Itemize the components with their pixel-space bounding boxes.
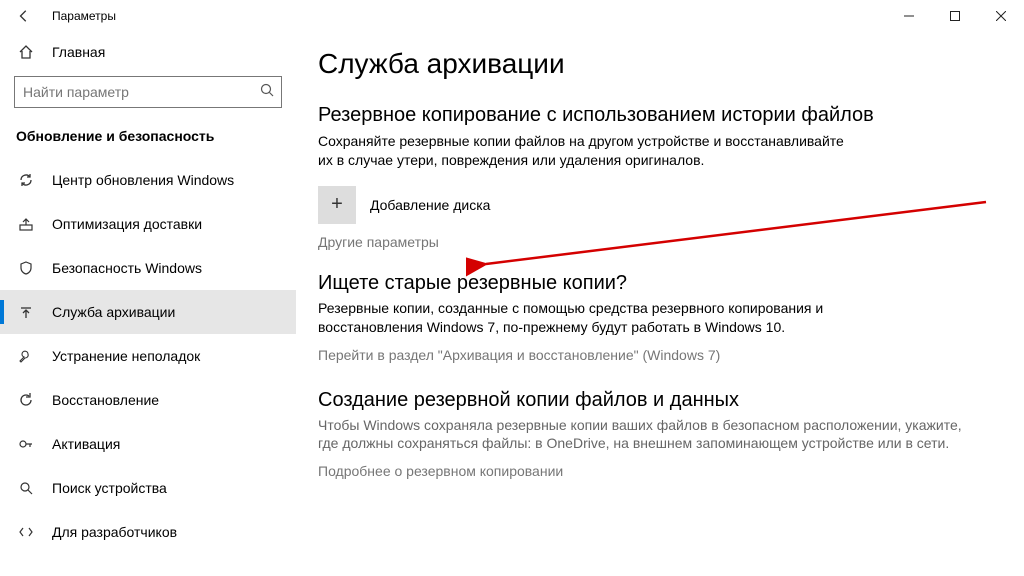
minimize-icon [904,11,914,21]
section-file-history-title: Резервное копирование с использованием и… [318,102,996,128]
page-title: Служба архивации [318,48,996,80]
maximize-button[interactable] [932,0,978,32]
window-title: Параметры [40,9,116,23]
sidebar-item-label: Служба архивации [52,304,175,320]
section-create-backup-desc: Чтобы Windows сохраняла резервные копии … [318,416,978,454]
sidebar-item-label: Безопасность Windows [52,260,202,276]
minimize-button[interactable] [886,0,932,32]
search-box[interactable] [14,76,282,108]
sidebar-home[interactable]: Главная [0,32,296,72]
section-create-backup-title: Создание резервной копии файлов и данных [318,389,996,412]
wrench-icon [16,348,36,364]
sidebar-item-delivery-optimization[interactable]: Оптимизация доставки [0,202,296,246]
section-old-backups-desc: Резервные копии, созданные с помощью сре… [318,299,858,337]
home-icon [16,44,36,60]
sidebar-item-backup[interactable]: Служба архивации [0,290,296,334]
find-device-icon [16,480,36,496]
sidebar-item-label: Оптимизация доставки [52,216,202,232]
backup-icon [16,304,36,320]
sidebar-nav: Центр обновления Windows Оптимизация дос… [0,158,296,554]
close-icon [996,11,1006,21]
title-bar: Параметры [0,0,1024,32]
sidebar-item-find-device[interactable]: Поиск устройства [0,466,296,510]
sidebar-item-troubleshoot[interactable]: Устранение неполадок [0,334,296,378]
goto-backup-restore-link[interactable]: Перейти в раздел "Архивация и восстановл… [318,347,996,363]
sidebar-item-windows-update[interactable]: Центр обновления Windows [0,158,296,202]
section-file-history-desc: Сохраняйте резервные копии файлов на дру… [318,132,858,170]
arrow-left-icon [17,9,31,23]
sidebar-item-label: Восстановление [52,392,159,408]
close-button[interactable] [978,0,1024,32]
sidebar-item-label: Для разработчиков [52,524,177,540]
sidebar-section-header: Обновление и безопасность [0,118,296,158]
sync-icon [16,172,36,188]
learn-more-link[interactable]: Подробнее о резервном копировании [318,463,996,479]
more-options-link[interactable]: Другие параметры [318,234,996,250]
back-button[interactable] [8,9,40,23]
add-disk-button[interactable]: + Добавление диска [318,186,996,224]
sidebar-item-developers[interactable]: Для разработчиков [0,510,296,554]
sidebar: Главная Обновление и безопасность Центр … [0,32,296,576]
section-old-backups-title: Ищете старые резервные копии? [318,272,996,295]
sidebar-item-recovery[interactable]: Восстановление [0,378,296,422]
key-icon [16,436,36,452]
plus-icon: + [318,186,356,224]
recovery-icon [16,392,36,408]
shield-icon [16,260,36,276]
sidebar-item-windows-security[interactable]: Безопасность Windows [0,246,296,290]
sidebar-item-label: Устранение неполадок [52,348,200,364]
add-disk-label: Добавление диска [370,197,490,213]
sidebar-item-label: Активация [52,436,120,452]
sidebar-home-label: Главная [52,44,105,60]
search-icon [259,82,275,103]
search-input[interactable] [23,84,259,100]
delivery-icon [16,216,36,232]
sidebar-item-activation[interactable]: Активация [0,422,296,466]
developer-icon [16,524,36,540]
sidebar-item-label: Центр обновления Windows [52,172,234,188]
content-area: Служба архивации Резервное копирование с… [296,32,1024,576]
maximize-icon [950,11,960,21]
sidebar-item-label: Поиск устройства [52,480,167,496]
